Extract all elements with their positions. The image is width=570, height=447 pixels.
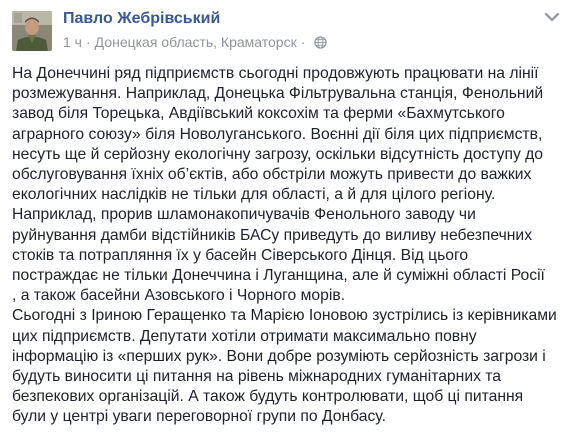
post-paragraph: На Донеччині ряд підприємств сьогодні пр… [12,64,560,205]
chevron-down-icon[interactable] [544,11,560,23]
post-text-line: стоків та потрапляння їх у басейн Сіверс… [12,246,469,264]
post-paragraph: Сьогодні з Іриною Геращенко та Марією Іо… [12,306,560,427]
avatar-photo [12,11,52,51]
post-text-line: Сьогодні з Іриною Геращенко та Марією Іо… [12,307,557,325]
post-text-line: цих підприємств. Депутати хотіли отримат… [12,327,477,345]
post-text-line: екологічних наслідків не тільки для обла… [12,186,496,204]
post-text-line: руйнування дамби відстійників БАСу приве… [12,226,533,244]
post-text-line: , а також басейни Азовського і Чорного м… [12,287,346,305]
post-text-line: обслуговування їхніх об’єктів, або обстр… [12,166,532,184]
post-text-line: постраждає не тільки Донеччина і Луганщи… [12,267,545,285]
avatar[interactable] [12,11,52,51]
facebook-post: Павло Жебрівський 1 ч · Донецкая область… [0,0,570,447]
post-text-line: будуть виносити ці питання на рівень між… [12,368,502,386]
post-text-line: несуть ще й серйозну екологічну загрозу,… [12,145,544,163]
post-text-line: інформацію із «перших рук». Вони добре р… [12,347,546,365]
globe-icon[interactable] [314,35,328,49]
post-body: На Донеччині ряд підприємств сьогодні пр… [12,64,560,428]
post-text-line: Наприклад, прорив шламонакопичувачів Фен… [12,206,476,224]
post-paragraph: Наприклад, прорив шламонакопичувачів Фен… [12,205,560,306]
post-text-line: завод біля Торецька, Авдіївський коксохі… [12,105,505,123]
post-time-link[interactable]: 1 ч [63,34,82,50]
post-text-line: безпекових організацій. А також будуть к… [12,388,524,406]
meta-separator-2: · [300,34,306,50]
meta-separator: · [85,34,91,50]
author-name-link[interactable]: Павло Жебрівський [63,10,220,28]
post-location-link[interactable]: Донецкая область, Краматорск [95,34,297,50]
post-text-line: На Донеччині ряд підприємств сьогодні пр… [12,65,539,82]
post-meta: 1 ч · Донецкая область, Краматорск · [63,34,328,50]
post-text-line: були у центрі уваги переговорної групи п… [12,408,386,426]
post-text-line: розмежування. Наприклад, Донецька Фільтр… [12,85,544,103]
post-text-line: аграрного союзу» біля Новолуганського. В… [12,125,543,143]
